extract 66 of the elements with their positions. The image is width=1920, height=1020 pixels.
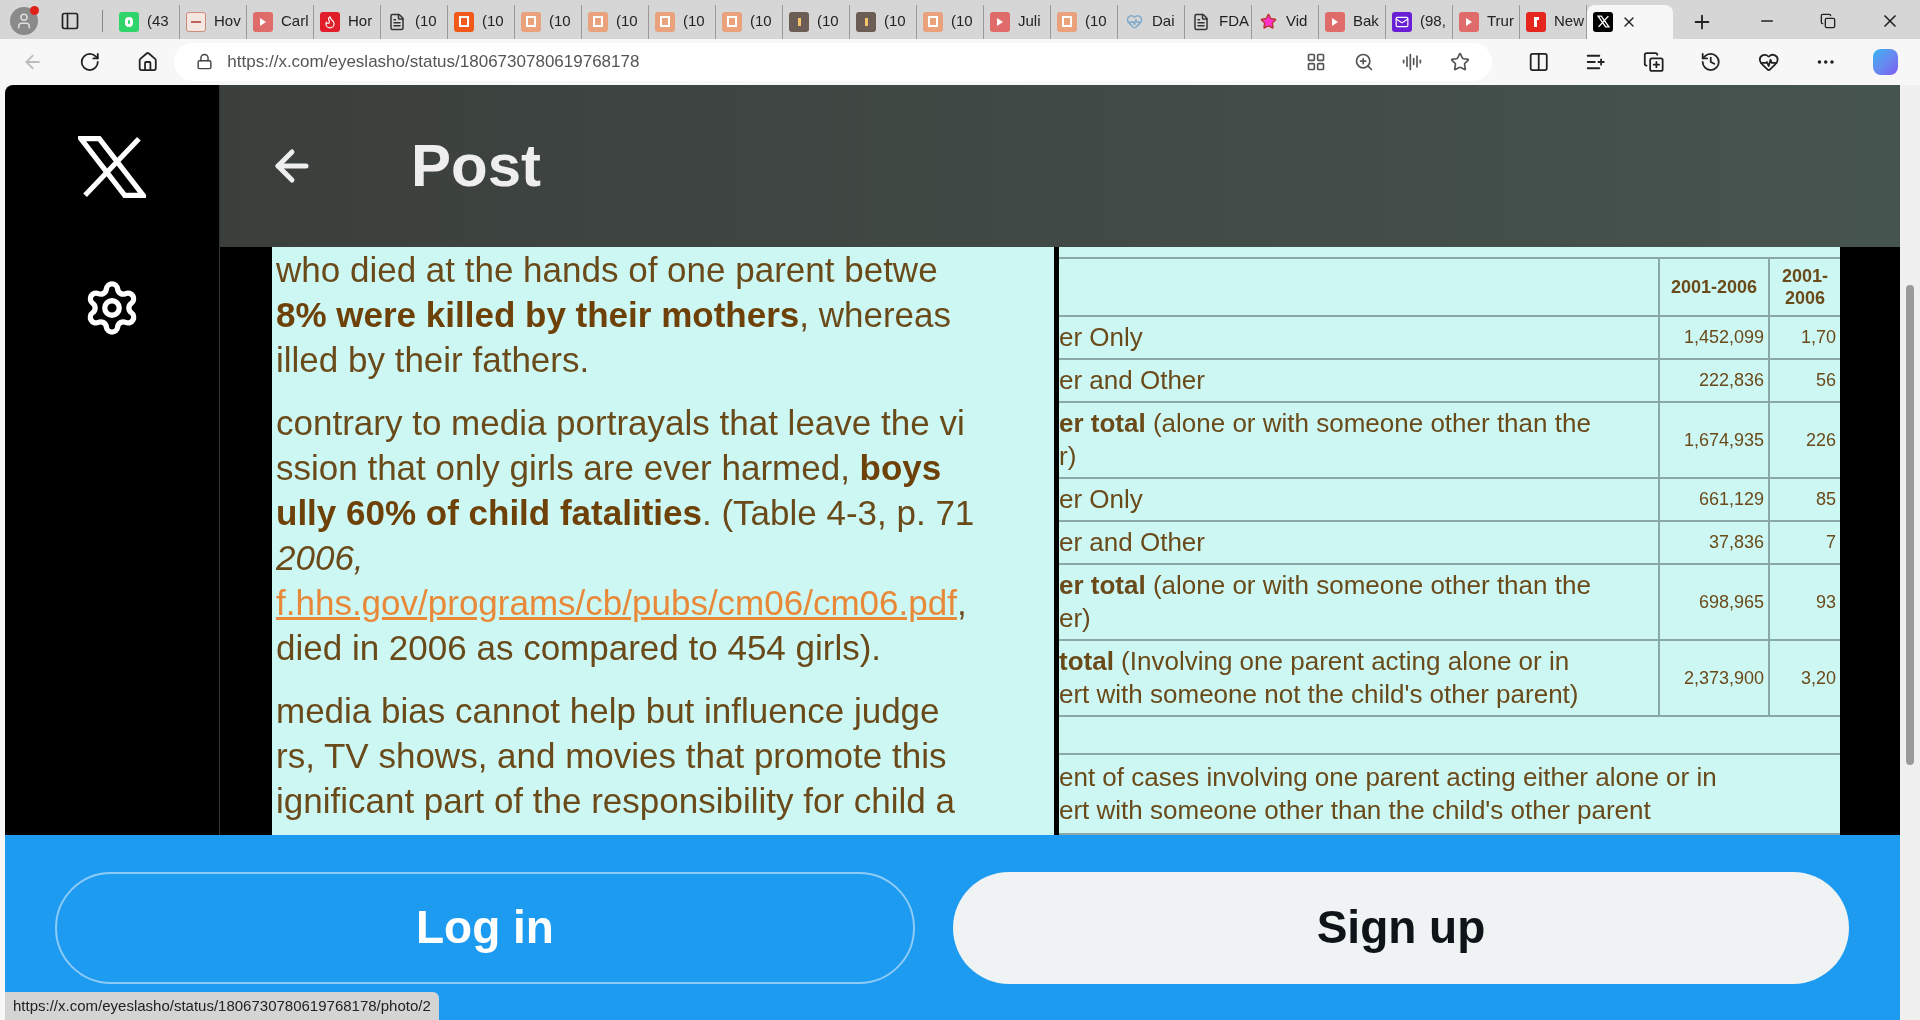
table-cell-text: er total (alone or with someone other than the (1059, 407, 1592, 440)
address-bar[interactable]: https://x.com/eyeslasho/status/1806730780619768178 (174, 42, 1492, 81)
browser-tab[interactable]: (10 (649, 4, 716, 39)
table-cell-text: er and Other (1059, 526, 1206, 559)
browser-tab[interactable]: Juli (984, 4, 1051, 39)
table-cell-text: er total (alone or with someone other than the (1059, 569, 1592, 602)
column-header: 2001-2006 (1658, 259, 1768, 317)
column-header: 2001-2006 (1768, 259, 1840, 317)
document-text: illed by their fathers. (276, 339, 591, 381)
browser-tab[interactable]: Trur (1453, 4, 1520, 39)
browser-tab[interactable]: (10 (850, 4, 917, 39)
browser-tab[interactable]: Carl (247, 4, 314, 39)
table-cell: 56 (1768, 360, 1840, 403)
table-cell: 226 (1768, 403, 1840, 479)
document-text: media bias cannot help but influence judge (276, 690, 941, 732)
table-cell: 85 (1768, 479, 1840, 522)
document-text: , (956, 582, 967, 624)
table-cell: 93 (1768, 565, 1840, 641)
status-url: https://x.com/eyeslasho/status/1806730780619768178/photo/2 (5, 991, 439, 1020)
page-title: Post (411, 131, 542, 201)
browser-tab[interactable]: Bak (1319, 4, 1386, 39)
browser-tab[interactable]: (98, (1386, 4, 1453, 39)
table-cell: 7 (1768, 522, 1840, 565)
browser-tab[interactable]: (10 (381, 4, 448, 39)
table-cell: 3,20 (1768, 641, 1840, 717)
browser-tab[interactable]: (43 (113, 4, 180, 39)
document-text: 8% were killed by their mothers, whereas (276, 294, 952, 336)
signup-button[interactable]: Sign up (953, 871, 1849, 984)
table-cell-text: er Only (1059, 321, 1144, 354)
document-text: rs, TV shows, and movies that promote this (276, 735, 948, 777)
document-text: ully 60% of child fatalities. (Table 4-3, p. 71 (276, 492, 976, 534)
browser-tab[interactable]: FDA (1185, 4, 1252, 39)
document-text: died in 2006 as compared to 454 girls). (276, 627, 883, 669)
table-cell-text: total (Involving one parent acting alone or in (1059, 645, 1571, 678)
browser-tab[interactable]: (10 (515, 4, 582, 39)
table-note: ert with someone other than the child's other parent (1059, 794, 1652, 827)
browser-tab[interactable]: Vid (1252, 4, 1319, 39)
table-cell-text: er and Other (1059, 364, 1206, 397)
document-text: 2006, (276, 537, 365, 579)
document-text: contrary to media portrayals that leave the vi (276, 402, 966, 444)
browser-tab[interactable]: (10 (917, 4, 984, 39)
table-cell: 661,129 (1658, 479, 1768, 522)
table-cell: 222,836 (1658, 360, 1768, 403)
table-cell: 37,836 (1658, 522, 1768, 565)
document-text: ssion that only girls are ever harmed, boys (276, 447, 943, 489)
table-cell: 2,373,900 (1658, 641, 1768, 717)
browser-tab[interactable]: Dai (1118, 4, 1185, 39)
document-text: ignificant part of the responsibility for child a (276, 780, 956, 822)
browser-tab[interactable]: (10 (582, 4, 649, 39)
browser-tab[interactable]: (10 (1051, 4, 1118, 39)
browser-tab[interactable]: Hov (180, 4, 247, 39)
table-note: ent of cases involving one parent acting either alone or in (1059, 761, 1718, 794)
table-cell: 1,674,935 (1658, 403, 1768, 479)
browser-tab[interactable]: (10 (448, 4, 515, 39)
table-cell: 1,70 (1768, 317, 1840, 360)
table-cell-text: er) (1059, 602, 1092, 635)
document-text: who died at the hands of one parent betwe (276, 249, 939, 291)
browser-tab[interactable]: (10 (716, 4, 783, 39)
browser-tab[interactable]: (10 (783, 4, 850, 39)
browser-tab[interactable]: New (1520, 4, 1587, 39)
table-cell-text: ert with someone not the child's other parent) (1059, 678, 1580, 711)
table-cell: 1,452,099 (1658, 317, 1768, 360)
table-cell-text: er Only (1059, 483, 1144, 516)
browser-tab[interactable]: Hor (314, 4, 381, 39)
table-cell-text: r) (1059, 440, 1078, 473)
table-cell: 698,965 (1658, 565, 1768, 641)
